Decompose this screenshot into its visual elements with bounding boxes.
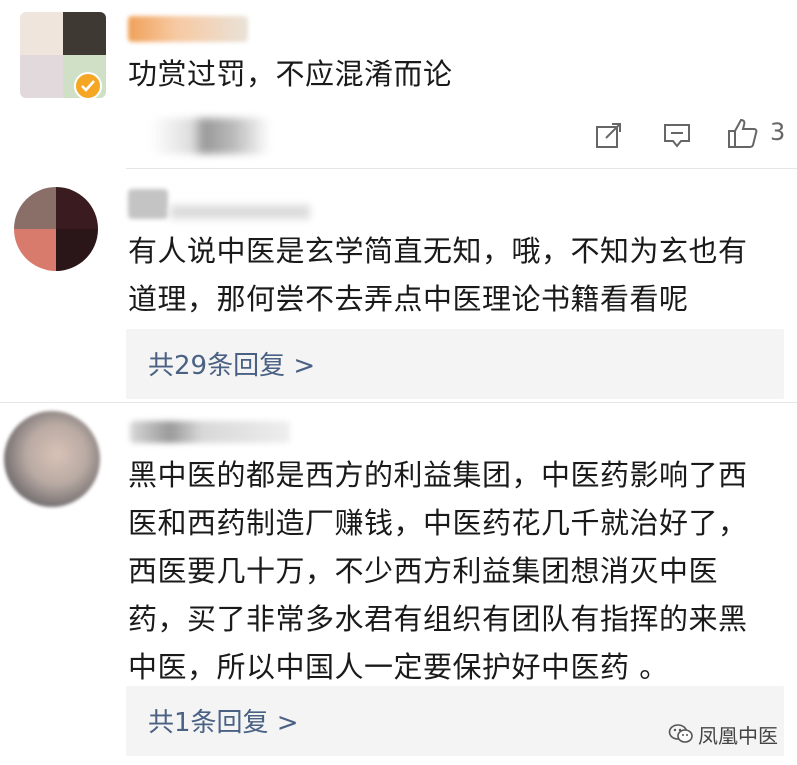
watermark-text: 凤凰中医 (698, 724, 778, 748)
thumbs-up-icon (726, 116, 760, 150)
comment-1: 功赏过罚，不应混淆而论 3 (0, 0, 797, 168)
comment-icon[interactable] (662, 120, 692, 150)
reply-count-link[interactable]: 共1条回复 > (148, 702, 299, 739)
username-blurred[interactable] (128, 16, 248, 42)
comment-3: 黑中医的都是西方的利益集团，中医药影响了西 医和西药制造厂赚钱，中医药花几千就治… (0, 403, 797, 765)
avatar[interactable] (14, 187, 98, 271)
reply-thread-button[interactable]: 共29条回复 > (126, 329, 784, 399)
comment-text: 有人说中医是玄学简直无知，哦，不知为玄也有 道理，那何尝不去弄点中医理论书籍看看… (128, 234, 748, 316)
share-icon[interactable] (594, 120, 624, 150)
meta-blurred (150, 118, 270, 154)
avatar[interactable] (4, 411, 100, 507)
meta-blurred (170, 205, 310, 219)
like-count: 3 (770, 118, 786, 146)
comment-2: 有人说中医是玄学简直无知，哦，不知为玄也有 道理，那何尝不去弄点中医理论书籍看看… (0, 169, 797, 401)
comment-text: 黑中医的都是西方的利益集团，中医药影响了西 医和西药制造厂赚钱，中医药花几千就治… (128, 458, 748, 684)
wechat-logo-icon (668, 722, 694, 750)
username-blurred[interactable] (128, 189, 168, 219)
reply-count-link[interactable]: 共29条回复 > (148, 345, 315, 382)
verified-badge-icon (74, 72, 102, 100)
username-blurred[interactable] (130, 421, 290, 443)
comment-text: 功赏过罚，不应混淆而论 (128, 57, 453, 91)
